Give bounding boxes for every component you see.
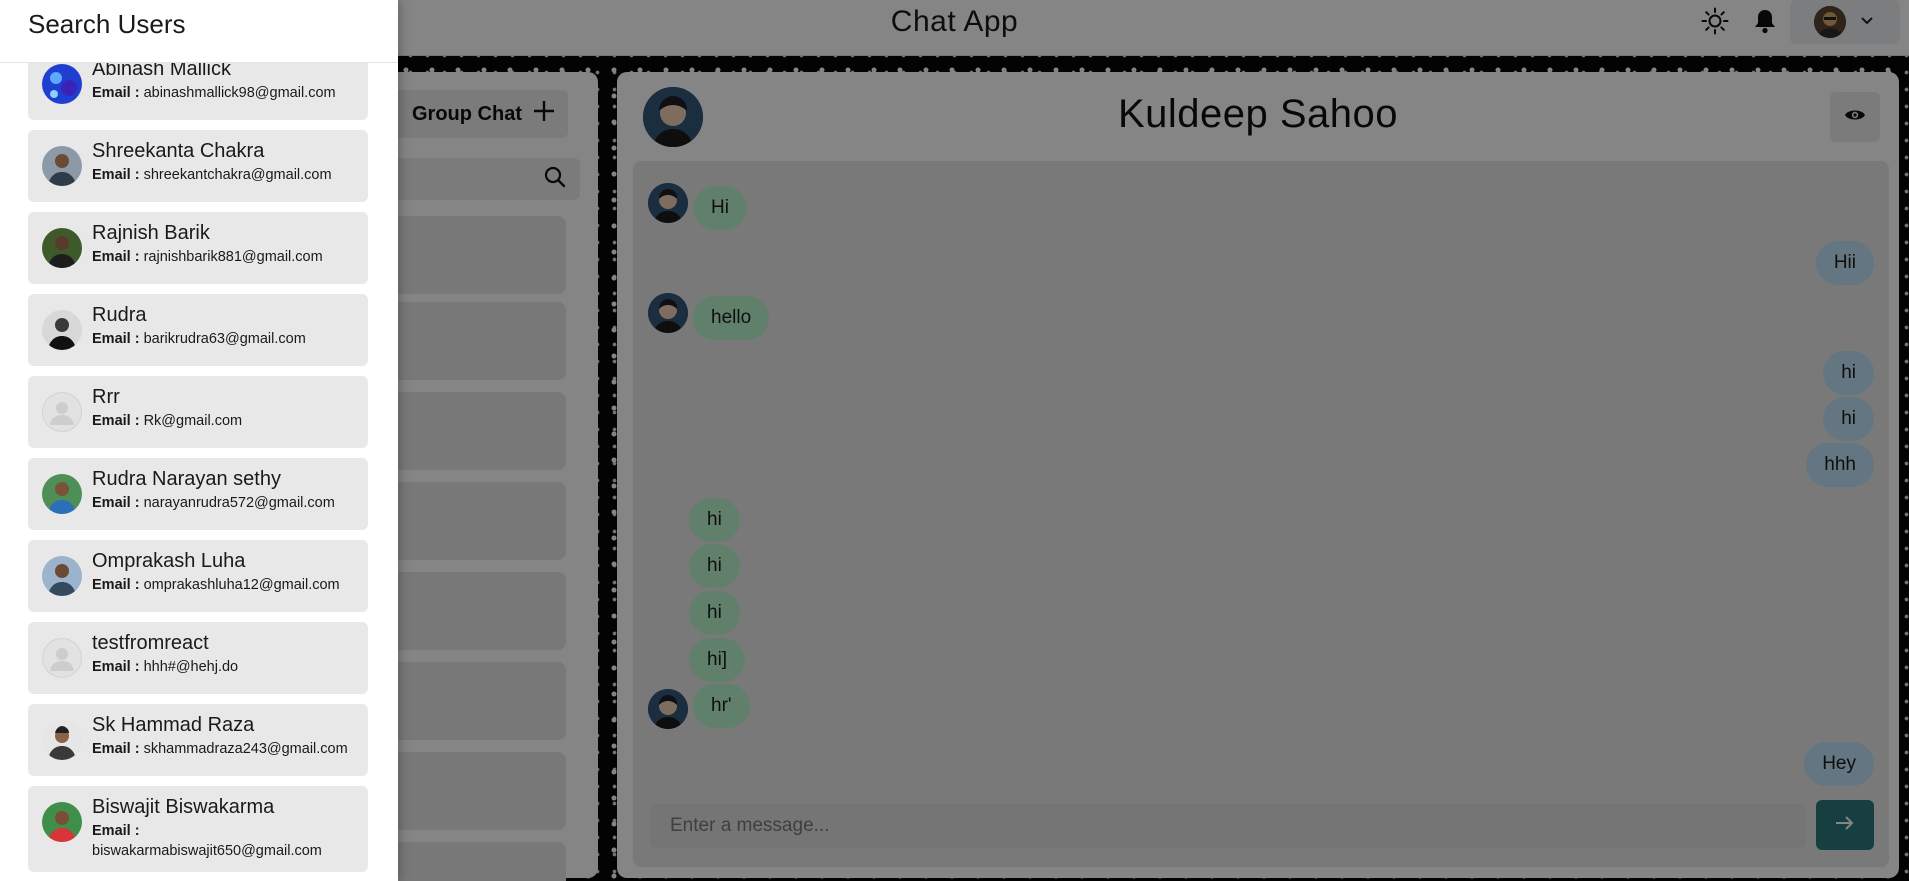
user-avatar (42, 802, 82, 842)
search-users-drawer: Search Users Abinash Mallick Email : abi… (0, 0, 398, 881)
user-name: Rajnish Barik (92, 222, 210, 244)
email-label: Email : (92, 495, 140, 511)
default-avatar-icon (42, 392, 82, 432)
user-name: Rudra Narayan sethy (92, 468, 281, 490)
user-name: Shreekanta Chakra (92, 140, 265, 162)
user-email: hhh#@hehj.do (143, 659, 239, 675)
email-label: Email : (92, 659, 140, 675)
user-email: biswakarmabiswajit650@gmail.com (92, 843, 322, 859)
email-label: Email : (92, 413, 140, 429)
user-list: Abinash Mallick Email : abinashmallick98… (28, 48, 368, 881)
email-label: Email : (92, 577, 140, 593)
user-avatar (42, 228, 82, 268)
user-email: shreekantchakra@gmail.com (143, 167, 332, 183)
email-label: Email : (92, 741, 140, 757)
user-card[interactable]: Omprakash Luha Email : omprakashluha12@g… (28, 540, 368, 612)
user-card[interactable]: Rudra Narayan sethy Email : narayanrudra… (28, 458, 368, 530)
email-label: Email : (92, 823, 140, 839)
user-name: Sk Hammad Raza (92, 714, 255, 736)
user-email: rajnishbarik881@gmail.com (143, 249, 323, 265)
email-label: Email : (92, 85, 140, 101)
user-email: abinashmallick98@gmail.com (143, 85, 336, 101)
user-card[interactable]: Biswajit Biswakarma Email : biswakarmabis… (28, 786, 368, 872)
user-email: skhammadraza243@gmail.com (143, 741, 348, 757)
user-name: Biswajit Biswakarma (92, 796, 275, 818)
user-avatar (42, 64, 82, 104)
user-card[interactable]: testfromreact Email : hhh#@hehj.do (28, 622, 368, 694)
user-email: barikrudra63@gmail.com (143, 331, 306, 347)
user-avatar (42, 310, 82, 350)
user-card[interactable]: Rudra Email : barikrudra63@gmail.com (28, 294, 368, 366)
user-avatar (42, 556, 82, 596)
user-avatar (42, 720, 82, 760)
user-avatar (42, 146, 82, 186)
email-label: Email : (92, 331, 140, 347)
user-avatar (42, 474, 82, 514)
user-email: narayanrudra572@gmail.com (143, 495, 335, 511)
drawer-title: Search Users (0, 0, 398, 63)
user-card[interactable]: Rajnish Barik Email : rajnishbarik881@gm… (28, 212, 368, 284)
email-label: Email : (92, 249, 140, 265)
user-name: testfromreact (92, 632, 209, 654)
user-email: omprakashluha12@gmail.com (143, 577, 340, 593)
user-name: Rudra (92, 304, 147, 326)
user-name: Rrr (92, 386, 120, 408)
user-email: Rk@gmail.com (143, 413, 243, 429)
user-card[interactable]: Shreekanta Chakra Email : shreekantchakr… (28, 130, 368, 202)
default-avatar-icon (42, 638, 82, 678)
user-card[interactable]: Rrr Email : Rk@gmail.com (28, 376, 368, 448)
user-name: Omprakash Luha (92, 550, 246, 572)
user-card[interactable]: Sk Hammad Raza Email : skhammadraza243@g… (28, 704, 368, 776)
email-label: Email : (92, 167, 140, 183)
